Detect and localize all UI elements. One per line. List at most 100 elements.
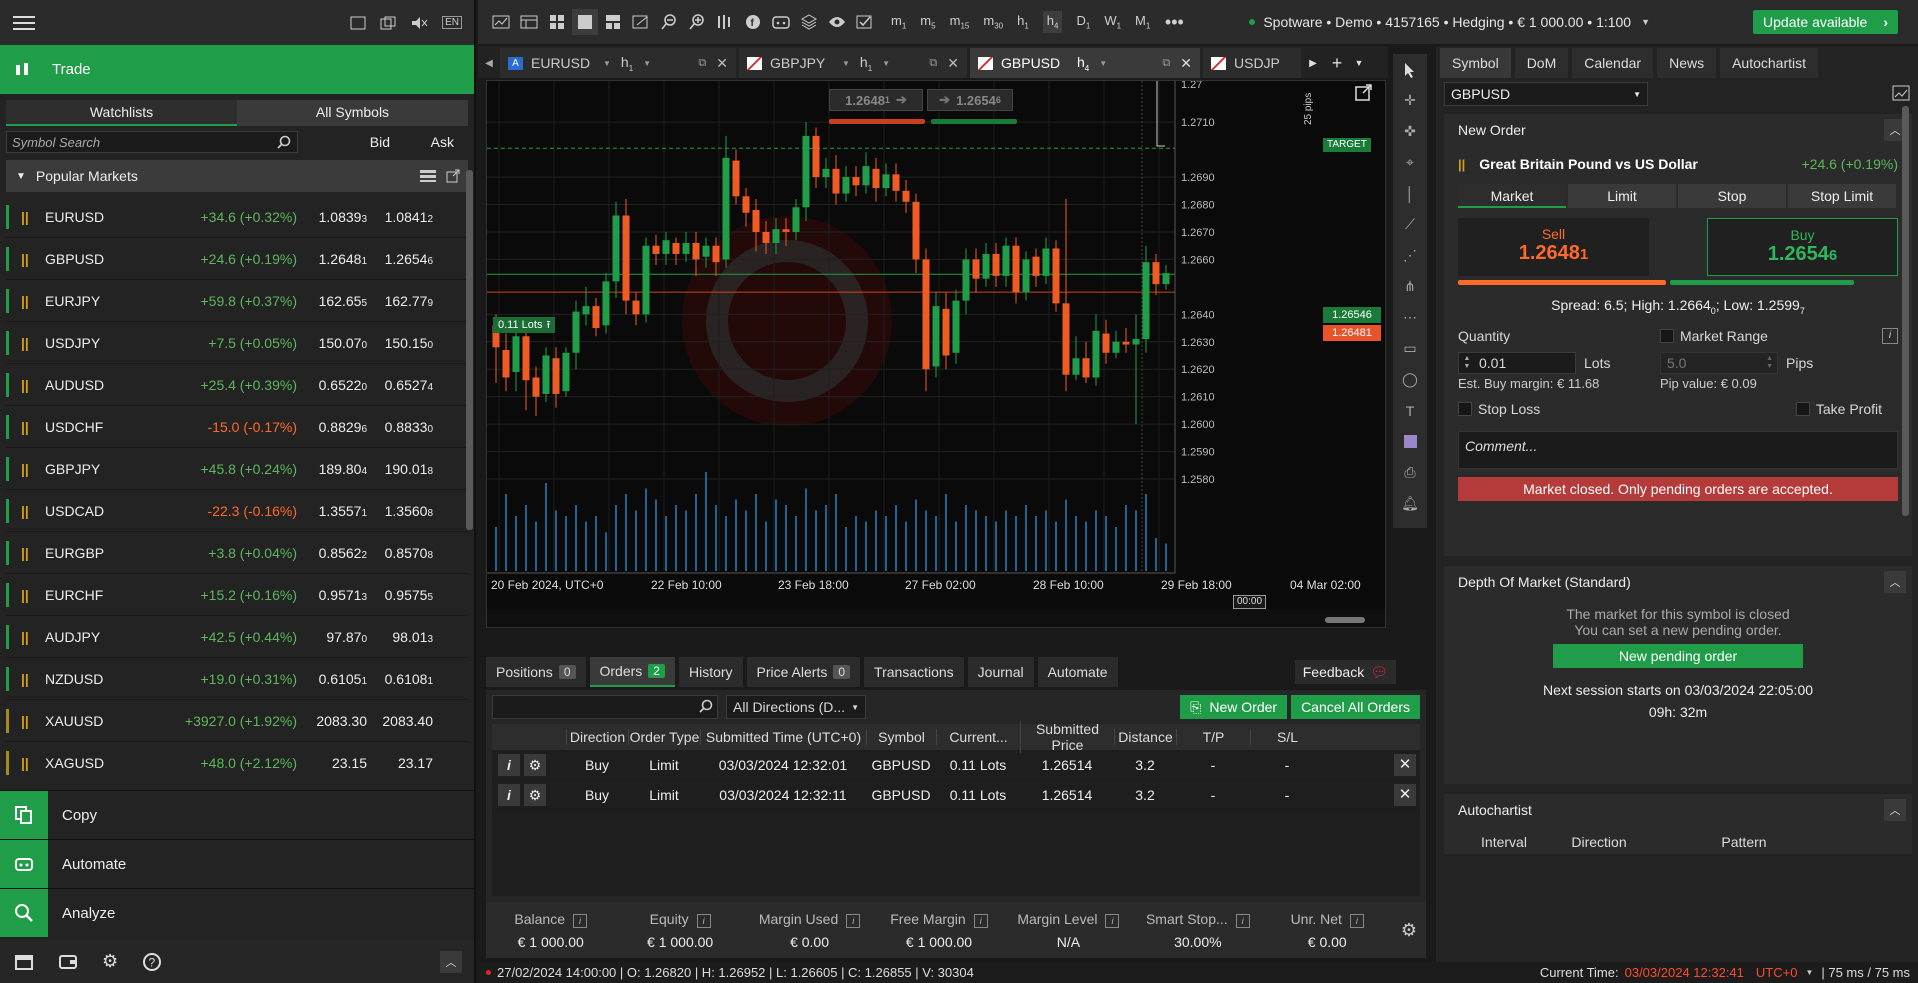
indicator-f-icon[interactable]: f xyxy=(740,9,766,35)
eye-icon[interactable] xyxy=(824,9,850,35)
tab-symbol[interactable]: Symbol xyxy=(1440,48,1511,78)
cursor-icon[interactable] xyxy=(1393,54,1427,85)
collapse-icon[interactable]: ︿ xyxy=(1884,799,1906,821)
detach-icon[interactable]: ⧉ xyxy=(929,57,937,70)
timeframe-button[interactable]: m5 xyxy=(920,13,935,31)
info-icon[interactable]: i xyxy=(973,913,988,928)
info-icon[interactable]: i xyxy=(1235,913,1250,928)
measure-icon[interactable]: ⌖ xyxy=(1393,147,1427,178)
pips-input[interactable]: 5.0 ▲ ▼ xyxy=(1660,351,1778,374)
chart-template-icon[interactable] xyxy=(516,9,542,35)
wallet-icon[interactable] xyxy=(58,953,78,971)
watchlist-row[interactable]: || EURCHF +15.2 (+0.16%) 0.95713 0.95755 xyxy=(6,574,468,616)
target-tag[interactable]: TARGET xyxy=(1323,138,1371,152)
popout-icon[interactable] xyxy=(446,169,460,183)
tab-automate[interactable]: Automate xyxy=(1037,657,1118,687)
dropdown-icon[interactable]: ▼ xyxy=(882,59,890,68)
layers-icon[interactable] xyxy=(796,9,822,35)
orders-col-header[interactable]: T/P xyxy=(1176,729,1250,745)
cancel-order-icon[interactable]: ✕ xyxy=(1394,753,1416,776)
row-bid[interactable]: 0.85622 xyxy=(297,545,367,561)
lots-tag[interactable]: 0.11 Lots ⭱ xyxy=(493,317,556,333)
direction-filter-select[interactable]: All Directions (D... ▼ xyxy=(726,695,866,719)
watchlist-row[interactable]: || NZDUSD +19.0 (+0.31%) 0.61051 0.61081 xyxy=(6,658,468,700)
info-icon[interactable]: i xyxy=(573,913,587,928)
order-settings-icon[interactable]: ⚙ xyxy=(524,783,546,806)
watchlist-row[interactable]: || GBPUSD +24.6 (+0.19%) 1.26481 1.26546 xyxy=(6,238,468,280)
tab-positions[interactable]: Positions 0 xyxy=(486,657,586,687)
camera-icon[interactable]: ⎙ xyxy=(1393,457,1427,488)
update-available-button[interactable]: Update available › xyxy=(1753,10,1898,34)
symbol-search-input[interactable]: Symbol Search xyxy=(6,131,298,153)
row-bid[interactable]: 1.08393 xyxy=(297,209,367,225)
row-ask[interactable]: 190.018 xyxy=(367,461,433,477)
tab-history[interactable]: History xyxy=(678,657,743,687)
info-icon[interactable]: i xyxy=(1105,913,1120,928)
sell-button[interactable]: Sell 1.26481 xyxy=(1458,218,1649,276)
quick-sell-button[interactable]: 1.2648 1 ➔ xyxy=(829,89,923,111)
chart-popout-icon[interactable] xyxy=(1355,83,1373,104)
info-icon[interactable]: i xyxy=(696,913,711,928)
row-bid[interactable]: 23.15 xyxy=(297,755,367,771)
dropdown-icon[interactable]: ▼ xyxy=(842,59,850,68)
cancel-order-icon[interactable]: ✕ xyxy=(1394,783,1416,806)
copy-button[interactable]: Copy xyxy=(0,790,474,839)
row-ask[interactable]: 2083.40 xyxy=(367,713,433,729)
orders-col-header[interactable]: Symbol xyxy=(866,729,936,745)
collapse-icon[interactable]: ︿ xyxy=(1884,571,1906,593)
row-ask[interactable]: 23.17 xyxy=(367,755,433,771)
drawing-mode-icon[interactable] xyxy=(628,9,654,35)
timezone[interactable]: UTC+0 xyxy=(1756,965,1798,980)
order-type-stop[interactable]: Stop xyxy=(1678,184,1786,208)
timeframe-button[interactable]: h4 xyxy=(1042,11,1063,33)
collapse-up-icon[interactable]: ︿ xyxy=(440,950,462,973)
grid-layout-icon[interactable] xyxy=(544,9,570,35)
chart-canvas[interactable]: 1.2710 1.2690 1.2680 1.2670 1.2660 1.2640 1.26… xyxy=(487,81,1386,628)
symbol-select[interactable]: GBPUSD ▼ xyxy=(1444,82,1648,106)
row-bid[interactable]: 0.95713 xyxy=(297,587,367,603)
dropdown-icon[interactable]: ▼ xyxy=(643,59,651,68)
new-order-button[interactable]: ⎘ New Order xyxy=(1180,695,1288,719)
tab-calendar[interactable]: Calendar xyxy=(1572,48,1654,78)
watchlist-row[interactable]: || XAUUSD +3927.0 (+1.92%) 2083.30 2083.40 xyxy=(6,700,468,742)
pitchfork-icon[interactable]: ⋔ xyxy=(1393,271,1427,302)
take-profit-checkbox[interactable] xyxy=(1795,401,1810,416)
stop-loss-checkbox[interactable] xyxy=(1458,401,1472,416)
orders-col-header[interactable]: Submitted Price xyxy=(1020,721,1114,753)
timeframe-button[interactable]: m1 xyxy=(891,13,906,31)
trade-on-chart-icon[interactable] xyxy=(852,9,878,35)
tab-dom[interactable]: DoM xyxy=(1514,48,1569,78)
order-type-market[interactable]: Market xyxy=(1458,184,1566,208)
order-info-icon[interactable]: i xyxy=(498,753,520,776)
tabs-scroll-left-icon[interactable]: ◀ xyxy=(478,48,500,78)
tab-watchlists[interactable]: Watchlists xyxy=(6,100,237,126)
price-chart[interactable]: 1.2710 1.2690 1.2680 1.2670 1.2660 1.2640 1.26… xyxy=(486,80,1386,628)
list-view-icon[interactable] xyxy=(420,170,436,182)
row-bid[interactable]: 97.870 xyxy=(297,629,367,645)
watchlist-row[interactable]: || XAGUSD +48.0 (+2.12%) 23.15 23.17 xyxy=(6,742,468,776)
timeframe-button[interactable]: h1 xyxy=(1017,13,1029,31)
account-dropdown-icon[interactable]: ▼ xyxy=(1641,17,1650,27)
chart-tab-eurusd[interactable]: A EURUSD ▼ h1 ▼ ⧉ ✕ xyxy=(500,48,736,78)
comment-input[interactable]: Comment... xyxy=(1458,430,1898,469)
row-bid[interactable]: 0.65220 xyxy=(297,377,367,393)
timeframe-button[interactable]: m30 xyxy=(983,13,1003,31)
info-icon[interactable]: i xyxy=(846,913,861,928)
cancel-all-orders-button[interactable]: Cancel All Orders xyxy=(1291,695,1420,719)
tab-all-symbols[interactable]: All Symbols xyxy=(237,100,468,126)
fullscreen-icon[interactable] xyxy=(350,16,366,30)
vertical-line-icon[interactable]: │ xyxy=(1393,178,1427,209)
timeframe-button[interactable]: M1 xyxy=(1135,13,1150,31)
new-pending-order-button[interactable]: New pending order xyxy=(1553,644,1803,668)
row-ask[interactable]: 1.35608 xyxy=(367,503,433,519)
order-type-limit[interactable]: Limit xyxy=(1568,184,1676,208)
detach-icon[interactable]: ⧉ xyxy=(1162,57,1170,70)
watchlist-row[interactable]: || EURJPY +59.8 (+0.37%) 162.655 162.779 xyxy=(6,280,468,322)
row-ask[interactable]: 0.85708 xyxy=(367,545,433,561)
trendline-icon[interactable]: ⟋ xyxy=(1393,209,1427,240)
hamburger-menu-icon[interactable] xyxy=(12,13,36,33)
tab-price-alerts[interactable]: Price Alerts 0 xyxy=(746,657,861,687)
timeframe-button[interactable]: D1 xyxy=(1076,13,1090,31)
timeframe-button[interactable]: m15 xyxy=(950,13,970,31)
close-tab-icon[interactable]: ✕ xyxy=(716,55,728,72)
